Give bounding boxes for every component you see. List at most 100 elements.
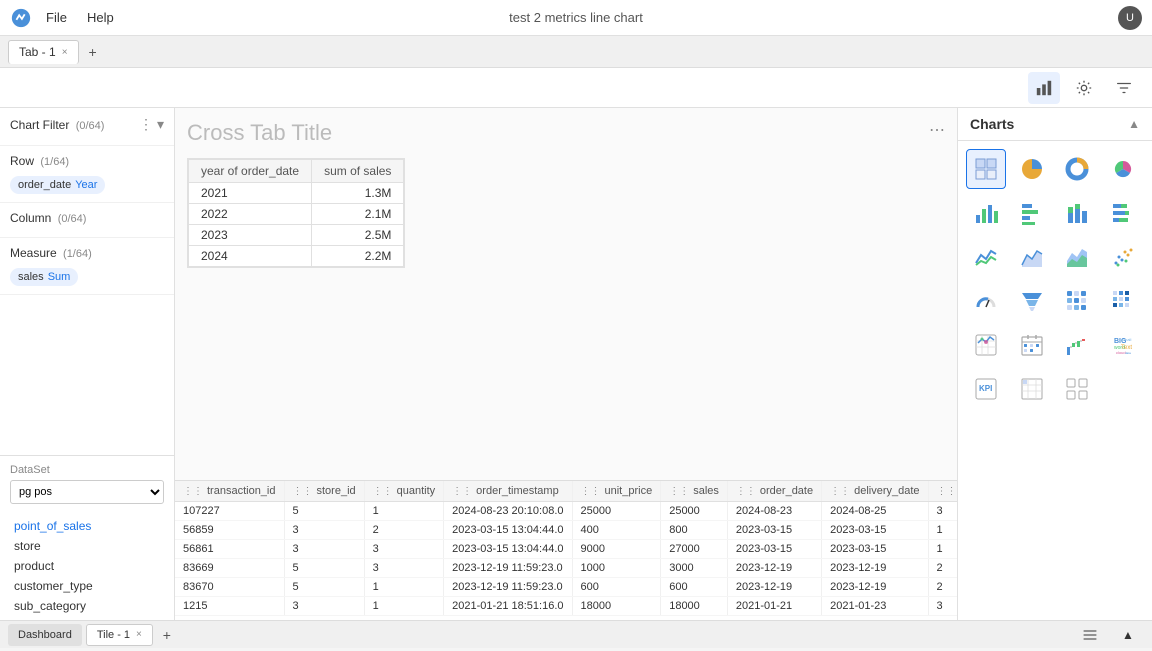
chart-filter-collapse-icon[interactable]: ▾	[157, 116, 164, 133]
table-row: 56861332023-03-15 13:04:44.0900027000202…	[175, 540, 957, 559]
toolbar-settings-icon[interactable]	[1068, 72, 1100, 104]
cross-tab: year of order_date sum of sales 2021 1.3…	[187, 158, 405, 268]
col-quantity: ⋮⋮quantity	[364, 481, 444, 502]
tab-1-label: Tab - 1	[19, 45, 56, 59]
field-store[interactable]: store	[10, 536, 164, 556]
app-logo	[10, 7, 32, 29]
data-table: ⋮⋮transaction_id ⋮⋮store_id ⋮⋮quantity ⋮…	[175, 481, 957, 616]
top-bar-right: U	[1118, 6, 1142, 30]
measure-section: Measure (1/64) sales Sum	[0, 238, 174, 295]
cross-tab-row-2: 2023 2.5M	[189, 225, 404, 246]
chart-type-filled-area[interactable]	[1057, 237, 1097, 277]
charts-collapse-button[interactable]: ▲	[1128, 117, 1140, 131]
user-avatar[interactable]: U	[1118, 6, 1142, 30]
center-panel: Cross Tab Title ⋯ year of order_date sum…	[175, 108, 957, 620]
chart-type-pie[interactable]	[1012, 149, 1052, 189]
field-customer-type[interactable]: customer_type	[10, 576, 164, 596]
col-transaction-id: ⋮⋮transaction_id	[175, 481, 284, 502]
cross-tab-col-1: sum of sales	[312, 160, 404, 183]
chart-type-spatial-map[interactable]	[966, 325, 1006, 365]
row-title: Row (1/64)	[10, 154, 69, 168]
table-row: 107227512024-08-23 20:10:08.025000250002…	[175, 502, 957, 521]
menu-help[interactable]: Help	[81, 6, 120, 29]
chart-type-line[interactable]	[966, 237, 1006, 277]
chart-type-rose[interactable]	[1103, 149, 1143, 189]
chart-type-horizontal-bar[interactable]	[1012, 193, 1052, 233]
dataset-section: DataSet pg pos	[0, 455, 174, 512]
chart-type-tile-map[interactable]	[1057, 281, 1097, 321]
col-order-timestamp: ⋮⋮order_timestamp	[444, 481, 572, 502]
field-product[interactable]: product	[10, 556, 164, 576]
chart-type-bar[interactable]	[966, 193, 1006, 233]
chart-type-word-cloud[interactable]: BIGsmallwordTextclouddata	[1103, 325, 1143, 365]
table-row: 83669532023-12-19 11:59:23.0100030002023…	[175, 559, 957, 578]
tile-add-button[interactable]: +	[157, 625, 177, 645]
field-sub-category[interactable]: sub_category	[10, 596, 164, 616]
chart-filter-more-icon[interactable]: ⋮	[139, 116, 153, 133]
svg-text:data: data	[1125, 351, 1131, 355]
dashboard-tab[interactable]: Dashboard	[8, 624, 82, 646]
bottom-bar: Dashboard Tile - 1 × + ▲	[0, 620, 1152, 648]
column-section: Column (0/64)	[0, 203, 174, 238]
bottom-right: ▲	[1074, 619, 1144, 651]
measure-chip[interactable]: sales Sum	[10, 268, 78, 286]
tile-tab-close[interactable]: ×	[136, 629, 142, 640]
bottom-list-icon[interactable]	[1074, 619, 1106, 651]
measure-title: Measure (1/64)	[10, 246, 92, 260]
chart-type-kpi[interactable]: KPI	[966, 369, 1006, 409]
charts-panel-header: Charts ▲	[958, 108, 1152, 141]
cross-tab-row-3: 2024 2.2M	[189, 246, 404, 267]
chart-type-stacked-bar[interactable]	[1057, 193, 1097, 233]
tab-1-close[interactable]: ×	[62, 47, 68, 58]
tab-add-button[interactable]: +	[83, 42, 103, 62]
column-header: Column (0/64)	[10, 211, 164, 225]
col-sales: ⋮⋮sales	[661, 481, 728, 502]
dataset-label: DataSet	[10, 464, 164, 476]
field-point-of-sales[interactable]: point_of_sales	[10, 516, 164, 536]
cross-tab-col-0: year of order_date	[189, 160, 312, 183]
chart-type-table2[interactable]	[1012, 369, 1052, 409]
svg-text:KPI: KPI	[979, 384, 992, 393]
chart-type-scatter[interactable]	[1103, 237, 1143, 277]
chart-type-horizontal-stacked-bar[interactable]	[1103, 193, 1143, 233]
chart-type-funnel[interactable]	[1012, 281, 1052, 321]
tile-tab[interactable]: Tile - 1 ×	[86, 624, 153, 646]
column-title: Column (0/64)	[10, 211, 86, 225]
table-row: 56859322023-03-15 13:04:44.04008002023-0…	[175, 521, 957, 540]
chart-filter-title: Chart Filter (0/64)	[10, 118, 104, 132]
menu-file[interactable]: File	[40, 6, 73, 29]
charts-panel-title: Charts	[970, 116, 1014, 132]
chart-menu-button[interactable]: ⋯	[929, 120, 945, 140]
chart-type-waterfall[interactable]	[1057, 325, 1097, 365]
table-row: 1215312021-01-21 18:51:16.01800018000202…	[175, 597, 957, 616]
toolbar-filter-icon[interactable]	[1108, 72, 1140, 104]
chart-filter-section: Chart Filter (0/64) ⋮ ▾	[0, 108, 174, 146]
left-panel: Chart Filter (0/64) ⋮ ▾ Row (1/64) order…	[0, 108, 175, 620]
data-table-area: ⋮⋮transaction_id ⋮⋮store_id ⋮⋮quantity ⋮…	[175, 480, 957, 620]
chart-type-heatmap[interactable]	[1103, 281, 1143, 321]
row-header: Row (1/64)	[10, 154, 164, 168]
table-row: 83670512023-12-19 11:59:23.06006002023-1…	[175, 578, 957, 597]
bottom-collapse-icon[interactable]: ▲	[1112, 619, 1144, 651]
cross-tab-row-1: 2022 2.1M	[189, 204, 404, 225]
chart-filter-header: Chart Filter (0/64) ⋮ ▾	[10, 116, 164, 133]
chart-type-grid[interactable]	[1057, 369, 1097, 409]
toolbar-barchart-icon[interactable]	[1028, 72, 1060, 104]
chart-type-cross-tab[interactable]	[966, 149, 1006, 189]
tab-1[interactable]: Tab - 1 ×	[8, 40, 79, 64]
dataset-select[interactable]: pg pos	[10, 480, 164, 504]
row-chip[interactable]: order_date Year	[10, 176, 105, 194]
measure-header: Measure (1/64)	[10, 246, 164, 260]
main-area: Chart Filter (0/64) ⋮ ▾ Row (1/64) order…	[0, 108, 1152, 620]
col-store-id: ⋮⋮store_id	[284, 481, 364, 502]
chart-type-area[interactable]	[1012, 237, 1052, 277]
tab-bar: Tab - 1 × +	[0, 36, 1152, 68]
chart-type-calendar[interactable]	[1012, 325, 1052, 365]
chart-type-gauge[interactable]	[966, 281, 1006, 321]
chart-type-donut[interactable]	[1057, 149, 1097, 189]
cross-tab-row-0: 2021 1.3M	[189, 183, 404, 204]
right-panel: Charts ▲	[957, 108, 1152, 620]
chart-title: Cross Tab Title	[187, 120, 945, 146]
col-order-date: ⋮⋮order_date	[727, 481, 821, 502]
svg-text:small: small	[1122, 337, 1131, 342]
